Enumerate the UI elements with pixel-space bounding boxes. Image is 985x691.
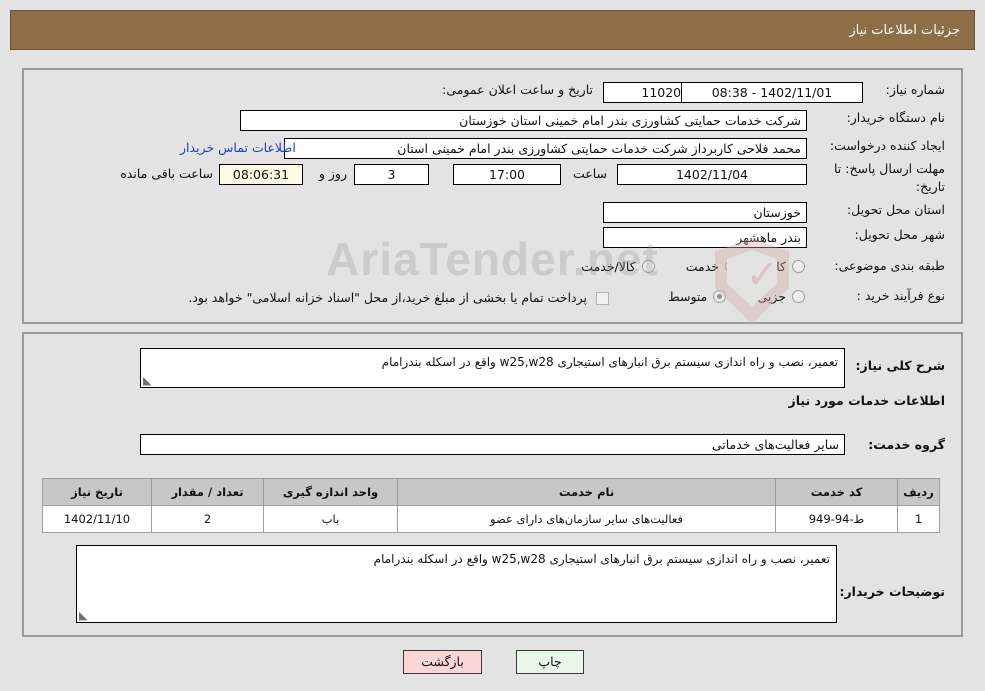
buyer-contact-link[interactable]: اطلاعات تماس خریدار [180, 140, 296, 155]
requester-row: ایجاد کننده درخواست: [815, 138, 945, 153]
category-label: طبقه بندی موضوعی: [834, 258, 945, 273]
category-option-goods[interactable]: کالا [769, 259, 805, 274]
category-row: طبقه بندی موضوعی: [815, 258, 945, 273]
countdown-field: 08:06:31 [219, 164, 303, 185]
th-service-name: نام خدمت [397, 478, 776, 506]
service-group-label: گروه خدمت: [868, 437, 945, 452]
province-field: خوزستان [603, 202, 807, 223]
radio-service-icon[interactable] [725, 260, 739, 273]
radio-goods-service-icon[interactable] [641, 260, 655, 273]
buyer-notes-resize-grip-icon[interactable]: ◢ [79, 609, 87, 622]
treasury-bond-text: پرداخت تمام یا بخشی از مبلغ خرید،از محل … [188, 290, 587, 305]
return-button[interactable]: بازگشت [403, 650, 482, 674]
print-button[interactable]: چاپ [516, 650, 584, 674]
general-desc-label: شرح کلی نیاز: [855, 358, 945, 373]
city-field: بندر ماهشهر [603, 227, 807, 248]
remaining-days-field: 3 [354, 164, 429, 185]
buyer-org-field: شرکت خدمات حمایتی کشاورزی بندر امام خمین… [240, 110, 807, 131]
resize-grip-icon[interactable]: ◢ [143, 374, 151, 387]
treasury-bond-checkbox[interactable] [596, 292, 609, 305]
deadline-date-field: 1402/11/04 [617, 164, 807, 185]
purchase-type-options: جزیی متوسط [642, 288, 805, 307]
services-heading: اطلاعات خدمات مورد نیاز [788, 393, 946, 408]
radio-minor-icon[interactable] [792, 290, 805, 303]
general-desc-textarea[interactable]: تعمیر، نصب و راه اندازی سیستم برق انباره… [140, 348, 845, 388]
purchase-type-option-medium[interactable]: متوسط [668, 289, 727, 304]
td-need-date: 1402/11/10 [42, 505, 152, 533]
page-title: جزئیات اطلاعات نیاز [849, 22, 960, 38]
th-unit: واحد اندازه گیری [263, 478, 398, 506]
category-option-goods-service[interactable]: کالا/خدمت [581, 259, 655, 274]
buyer-org-row: نام دستگاه خریدار: [815, 110, 945, 125]
td-row-number: 1 [897, 505, 940, 533]
remaining-days-unit-label: روز و [318, 166, 347, 181]
purchase-type-option-minor[interactable]: جزیی [757, 289, 805, 304]
general-desc-value: تعمیر، نصب و راه اندازی سیستم برق انباره… [381, 355, 838, 369]
td-quantity: 2 [151, 505, 264, 533]
countdown-suffix-label: ساعت باقی مانده [120, 166, 213, 181]
deadline-row: مهلت ارسال پاسخ: تا تاریخ: [815, 160, 945, 196]
purchase-type-option-medium-label: متوسط [668, 289, 708, 304]
th-need-date: تاریخ نیاز [42, 478, 152, 506]
th-service-code: کد خدمت [775, 478, 898, 506]
category-option-service-label: خدمت [685, 259, 720, 274]
deadline-label: مهلت ارسال پاسخ: تا تاریخ: [834, 161, 945, 195]
city-row: شهر محل تحویل: [815, 227, 945, 242]
table-row: 1 ط-94-949 فعالیت‌های سایر سازمان‌های دا… [42, 505, 940, 533]
page-root: جزئیات اطلاعات نیاز شماره نیاز: 11020500… [0, 0, 985, 691]
deadline-hour-label: ساعت [572, 166, 607, 181]
td-service-name: فعالیت‌های سایر سازمان‌های دارای عضو [397, 505, 776, 533]
requester-label: ایجاد کننده درخواست: [829, 138, 945, 153]
radio-goods-icon[interactable] [792, 260, 805, 273]
th-quantity: تعداد / مقدار [151, 478, 264, 506]
service-group-field: سایر فعالیت‌های خدماتی [140, 434, 845, 455]
purchase-type-label: نوع فرآیند خرید : [856, 288, 945, 303]
td-service-code: ط-94-949 [775, 505, 898, 533]
buyer-notes-label: توضیحات خریدار: [839, 584, 945, 599]
public-announce-field: 1402/11/01 - 08:38 [681, 82, 863, 103]
buyer-org-label: نام دستگاه خریدار: [846, 110, 945, 125]
category-option-goods-service-label: کالا/خدمت [581, 259, 636, 274]
category-option-goods-label: کالا [769, 259, 786, 274]
page-header: جزئیات اطلاعات نیاز [10, 10, 975, 50]
province-label: استان محل تحویل: [846, 202, 945, 217]
buyer-notes-value: تعمیر، نصب و راه اندازی سیستم برق انباره… [373, 552, 830, 566]
td-unit: باب [263, 505, 398, 533]
category-option-service[interactable]: خدمت [685, 259, 739, 274]
radio-medium-icon[interactable] [713, 290, 727, 303]
city-label: شهر محل تحویل: [854, 227, 945, 242]
deadline-hour-field: 17:00 [453, 164, 561, 185]
services-table: ردیف کد خدمت نام خدمت واحد اندازه گیری ت… [42, 478, 940, 533]
public-announce-row: تاریخ و ساعت اعلان عمومی: [442, 82, 593, 97]
category-options: کالا خدمت کالا/خدمت [555, 258, 805, 277]
province-row: استان محل تحویل: [815, 202, 945, 217]
purchase-type-row: نوع فرآیند خرید : [815, 288, 945, 303]
requester-field: محمد فلاحی کاربرداز شرکت خدمات حمایتی کش… [284, 138, 807, 159]
buyer-notes-textarea[interactable]: تعمیر، نصب و راه اندازی سیستم برق انباره… [76, 545, 837, 623]
public-announce-label: تاریخ و ساعت اعلان عمومی: [442, 82, 593, 97]
table-header-row: ردیف کد خدمت نام خدمت واحد اندازه گیری ت… [42, 478, 940, 506]
th-row-number: ردیف [897, 478, 940, 506]
purchase-type-option-minor-label: جزیی [757, 289, 786, 304]
